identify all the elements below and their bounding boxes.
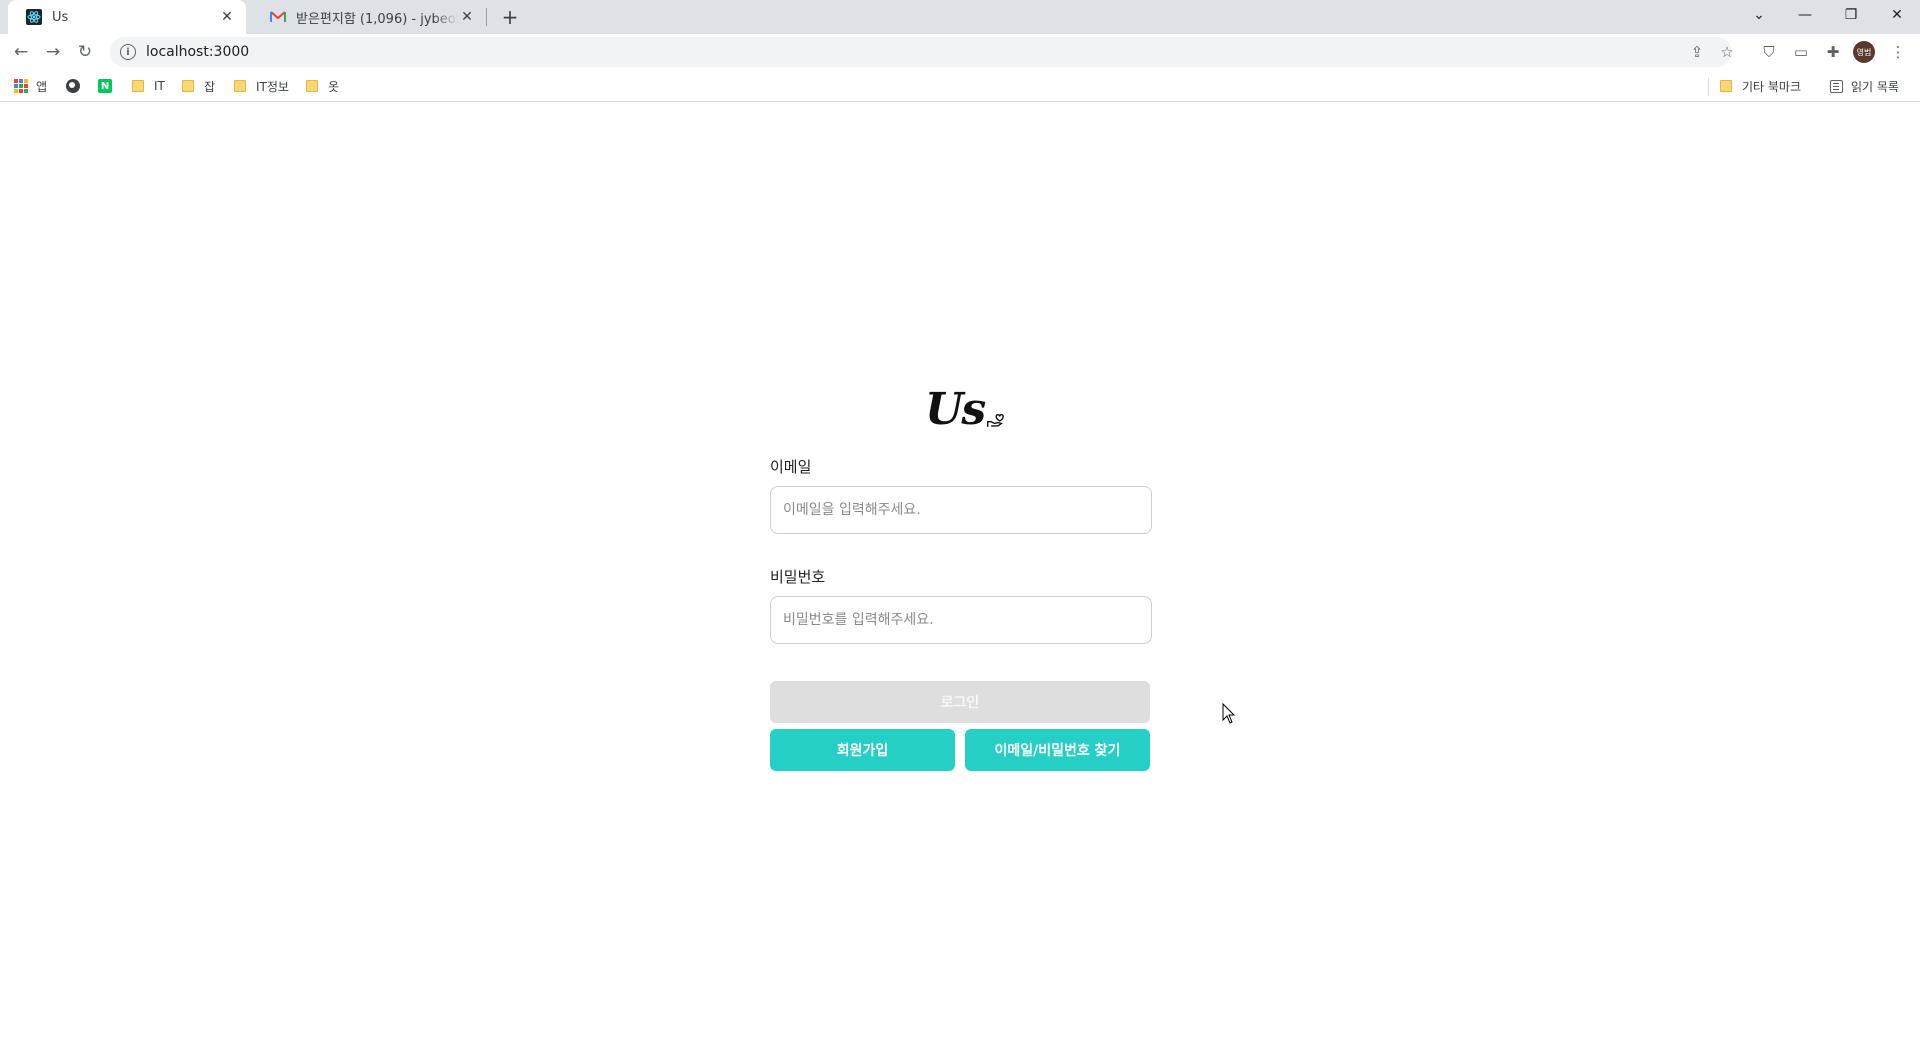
bookmark-globe[interactable] — [66, 76, 80, 96]
signup-button[interactable]: 회원가입 — [770, 729, 955, 771]
tab-gmail[interactable]: 받은편지함 (1,096) - jybeomss1 ✕ — [252, 0, 486, 34]
tab-strip: Us ✕ 받은편지함 (1,096) - jybeomss1 ✕ + ⌄ — ❐… — [0, 0, 1920, 34]
apps-icon — [14, 79, 28, 93]
heart-hand-icon — [987, 413, 1004, 427]
folder-icon — [234, 80, 246, 92]
password-label: 비밀번호 — [770, 568, 826, 586]
password-input[interactable] — [770, 596, 1152, 644]
bookmark-label: 옷 — [328, 79, 340, 94]
folder-icon — [132, 80, 144, 92]
shield-extension-icon[interactable]: ⛉ — [1758, 41, 1780, 63]
bookmark-label: 읽기 목록 — [1851, 79, 1899, 94]
gmail-icon — [270, 9, 286, 25]
reading-list-button[interactable]: 읽기 목록 — [1830, 76, 1899, 96]
reload-button[interactable]: ↻ — [72, 39, 98, 65]
new-tab-button[interactable]: + — [498, 5, 522, 29]
bookmark-label: 기타 북마크 — [1742, 79, 1802, 94]
folder-icon — [306, 80, 318, 92]
browser-toolbar: ← → ↻ i localhost:3000 ⇪ ☆ ⛉ ▭ ✚ 영범 ⋮ — [0, 34, 1920, 70]
cast-extension-icon[interactable]: ▭ — [1790, 41, 1812, 63]
share-icon[interactable]: ⇪ — [1686, 41, 1708, 63]
back-button[interactable]: ← — [8, 39, 34, 65]
folder-icon — [1720, 80, 1732, 92]
restore-button[interactable]: ❐ — [1828, 0, 1874, 30]
naver-icon: N — [98, 79, 112, 93]
tab-separator — [486, 8, 487, 26]
address-bar[interactable]: i localhost:3000 ⇪ ☆ — [110, 37, 1734, 67]
close-icon[interactable]: ✕ — [458, 8, 476, 26]
email-input[interactable] — [770, 486, 1152, 534]
page-viewport: Us 이메일 비밀번호 로그인 회원가입 이메일/비밀번호 찾기 — [0, 103, 1920, 1040]
bookmark-folder-itinfo[interactable]: IT정보 — [234, 76, 289, 96]
logo-text: Us — [925, 384, 986, 435]
url-text: localhost:3000 — [146, 44, 250, 60]
logo: Us — [925, 380, 1005, 432]
find-account-button[interactable]: 이메일/비밀번호 찾기 — [965, 729, 1150, 771]
react-icon — [26, 9, 42, 25]
login-button[interactable]: 로그인 — [770, 681, 1150, 723]
folder-icon — [182, 80, 194, 92]
email-label: 이메일 — [770, 458, 812, 476]
tab-search-icon[interactable]: ⌄ — [1736, 0, 1782, 30]
info-icon[interactable]: i — [120, 44, 136, 60]
mouse-cursor-icon — [1222, 703, 1236, 724]
bookmark-apps[interactable]: 앱 — [14, 76, 47, 96]
bookmark-label: IT — [154, 79, 165, 93]
bookmark-label: 앱 — [36, 79, 48, 94]
bookmark-folder-it[interactable]: IT — [132, 76, 165, 96]
bookmark-separator — [1708, 78, 1709, 96]
bookmark-other[interactable]: 기타 북마크 — [1720, 76, 1801, 96]
tab-us[interactable]: Us ✕ — [8, 0, 246, 34]
close-icon[interactable]: ✕ — [218, 8, 236, 26]
bookmarks-bar: 앱 N IT 잡 IT정보 옷 기타 북마크 읽기 목록 — [0, 70, 1920, 102]
bookmark-folder-jobs[interactable]: 잡 — [182, 76, 215, 96]
profile-avatar[interactable]: 영범 — [1853, 41, 1875, 63]
bookmark-label: 잡 — [204, 79, 216, 94]
tab-title: 받은편지함 (1,096) - jybeomss1 — [296, 11, 458, 27]
bookmark-folder-clothes[interactable]: 옷 — [306, 76, 339, 96]
reading-list-icon — [1830, 79, 1843, 93]
forward-button[interactable]: → — [40, 39, 66, 65]
minimize-button[interactable]: — — [1782, 0, 1828, 30]
bookmark-naver[interactable]: N — [98, 76, 112, 96]
bookmark-star-icon[interactable]: ☆ — [1716, 41, 1738, 63]
menu-kebab-icon[interactable]: ⋮ — [1887, 41, 1909, 63]
bookmark-label: IT정보 — [256, 79, 289, 94]
close-window-button[interactable]: ✕ — [1874, 0, 1920, 30]
tab-title: Us — [52, 9, 69, 25]
extensions-puzzle-icon[interactable]: ✚ — [1822, 41, 1844, 63]
globe-icon — [66, 79, 80, 93]
